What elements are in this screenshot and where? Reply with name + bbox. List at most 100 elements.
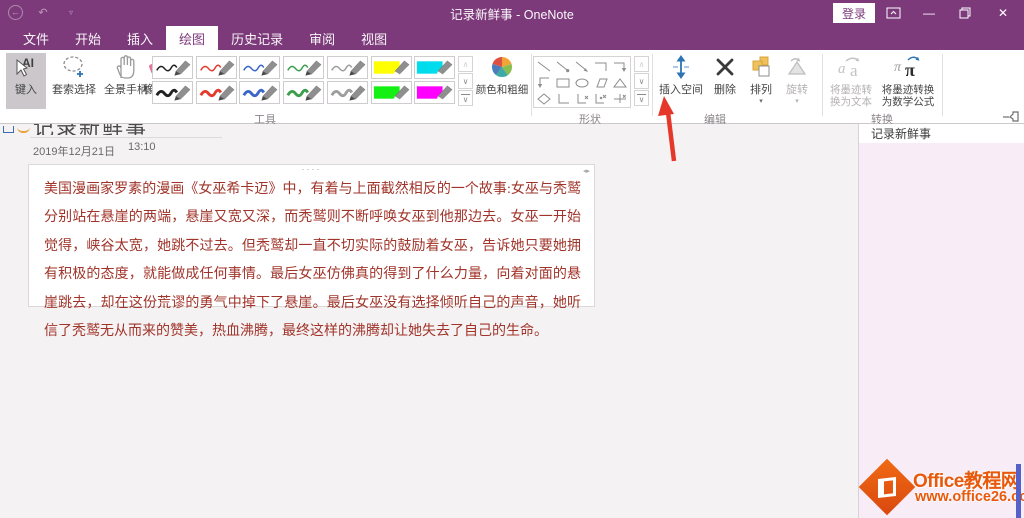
pen-more-button[interactable]: ∨ xyxy=(458,90,473,106)
restore-icon xyxy=(959,7,971,19)
sign-in-button[interactable]: 登录 xyxy=(833,3,876,23)
ink-to-math-button[interactable]: π π 将墨迹转换为数学公式 xyxy=(878,53,938,108)
title-underline xyxy=(30,137,222,138)
insert-space-button[interactable]: 插入空间 xyxy=(656,53,706,96)
shape-scroll-down-button[interactable]: ∨ xyxy=(634,73,649,89)
hand-icon xyxy=(114,53,138,81)
color-wheel-icon xyxy=(490,53,514,81)
tab-view[interactable]: 视图 xyxy=(348,26,400,50)
black-fine-pen[interactable] xyxy=(152,56,193,79)
ribbon-display-options-icon xyxy=(886,7,900,19)
shape-line-endpoint-icon[interactable] xyxy=(554,59,572,74)
delete-button[interactable]: 删除 xyxy=(708,53,742,96)
insert-space-icon xyxy=(670,53,692,81)
quick-access-toolbar: ← ↶ ▿ xyxy=(8,4,79,20)
ink-to-text-icon: a a xyxy=(836,53,866,81)
green-highlighter[interactable] xyxy=(370,81,412,104)
svg-text:a: a xyxy=(838,61,846,77)
restore-button[interactable] xyxy=(948,0,982,26)
arrange-dropdown-icon[interactable]: ▾ xyxy=(759,97,763,105)
pin-ribbon-icon[interactable] xyxy=(1002,110,1020,123)
type-button[interactable]: AI 键入 xyxy=(6,53,46,109)
red-thick-pen[interactable] xyxy=(195,81,237,104)
note-paragraph[interactable]: 美国漫画家罗素的漫画《女巫希卡迈》中，有着与上面截然相反的一个故事:女巫与秃鹫分… xyxy=(44,176,581,346)
arrange-icon xyxy=(750,53,772,81)
shape-triangle-icon[interactable] xyxy=(611,75,629,90)
shape-more-button[interactable]: ∨ xyxy=(634,90,649,106)
magenta-highlighter[interactable] xyxy=(414,81,456,104)
page-title[interactable]: 记录新鲜事 xyxy=(33,124,253,135)
ribbon: AI 键入 套索选择 全景手柄 ∧ ∨ ∨ 颜色和粗细 工具 ∧ ∨ ∨ 形状 … xyxy=(0,50,1024,126)
gray-thick-pen[interactable] xyxy=(326,81,368,104)
blue-thick-pen[interactable] xyxy=(239,81,281,104)
svg-text:π: π xyxy=(894,60,902,75)
shape-line-icon[interactable] xyxy=(535,59,553,74)
green-fine-pen[interactable] xyxy=(283,56,325,79)
container-resize-icon[interactable]: ◂▸ xyxy=(583,167,590,175)
scrollbar-thumb[interactable] xyxy=(1016,464,1021,518)
shape-line-arrow-icon[interactable] xyxy=(573,59,591,74)
color-thickness-button[interactable]: 颜色和粗细 xyxy=(474,53,530,96)
black-thick-pen[interactable] xyxy=(152,81,193,104)
pen-scroll-up-button[interactable]: ∧ xyxy=(458,56,473,72)
shape-gallery-scroll: ∧ ∨ ∨ xyxy=(634,56,649,106)
svg-text:a: a xyxy=(850,61,858,80)
shape-corner-arrow2-icon[interactable] xyxy=(535,75,553,90)
rotate-icon xyxy=(785,53,809,81)
container-move-handle[interactable]: ···· xyxy=(29,165,594,174)
tab-draw[interactable]: 绘图 xyxy=(166,26,219,50)
shape-ellipse-icon[interactable] xyxy=(573,75,591,90)
undo-icon[interactable]: ↶ xyxy=(35,4,51,20)
type-cursor-icon: AI xyxy=(13,53,39,81)
blue-fine-pen[interactable] xyxy=(239,56,281,79)
shape-corner-icon[interactable] xyxy=(592,59,610,74)
shape-corner-arrow-icon[interactable] xyxy=(611,59,629,74)
arrange-button[interactable]: 排列 ▾ xyxy=(744,53,778,105)
close-button[interactable]: ✕ xyxy=(986,0,1020,26)
rotate-dropdown-icon: ▾ xyxy=(795,98,799,105)
gray-fine-pen[interactable] xyxy=(326,56,368,79)
shape-axes-icon[interactable] xyxy=(554,91,572,106)
office-logo-glyph xyxy=(878,477,896,498)
note-text-container[interactable]: ···· ◂▸ 美国漫画家罗素的漫画《女巫希卡迈》中，有着与上面截然相反的一个故… xyxy=(28,164,595,339)
tab-home[interactable]: 开始 xyxy=(62,26,114,50)
shape-diamond-icon[interactable] xyxy=(535,91,553,106)
tab-insert[interactable]: 插入 xyxy=(114,26,166,50)
shape-scroll-up-button[interactable]: ∧ xyxy=(634,56,649,72)
tab-review[interactable]: 审阅 xyxy=(296,26,348,50)
watermark: Office教程网 www.office26.com xyxy=(858,458,1024,518)
shape-axes-quad-icon[interactable] xyxy=(611,91,629,106)
pen-gallery-scroll: ∧ ∨ ∨ xyxy=(458,56,473,106)
page-canvas[interactable]: 记录新鲜事 2019年12月21日 13:10 ···· ◂▸ 美国漫画家罗素的… xyxy=(0,124,858,518)
lasso-select-button[interactable]: 套索选择 xyxy=(48,53,100,96)
tab-history[interactable]: 历史记录 xyxy=(218,26,296,50)
green-thick-pen[interactable] xyxy=(283,81,325,104)
ink-to-text-button[interactable]: a a 将墨迹转换为文本 xyxy=(826,53,876,108)
page-date: 2019年12月21日 xyxy=(33,146,115,158)
page-time: 13:10 xyxy=(128,141,156,153)
pen-gallery xyxy=(152,56,456,106)
yellow-highlighter[interactable] xyxy=(370,56,412,79)
red-fine-pen[interactable] xyxy=(195,56,237,79)
clipped-notebook-icon xyxy=(3,126,14,133)
page-list-sidebar: 记录新鲜事 Office教程网 www.office26.com xyxy=(858,124,1024,518)
ink-to-math-icon: π π xyxy=(892,53,924,81)
shape-axes-x-icon[interactable] xyxy=(573,91,591,106)
shape-parallelogram-icon[interactable] xyxy=(592,75,610,90)
pen-scroll-down-button[interactable]: ∨ xyxy=(458,73,473,89)
shape-rectangle-icon[interactable] xyxy=(554,75,572,90)
qat-customize-chevron-icon[interactable]: ▿ xyxy=(63,4,79,20)
shape-gallery[interactable] xyxy=(533,56,631,108)
page-list-item-current[interactable]: 记录新鲜事 xyxy=(859,124,1024,143)
back-icon[interactable]: ← xyxy=(8,4,23,20)
shape-axes-x2-icon[interactable] xyxy=(592,91,610,106)
tab-file[interactable]: 文件 xyxy=(10,26,62,50)
ribbon-display-options-button[interactable] xyxy=(876,0,910,26)
rotate-button[interactable]: 旋转 ▾ xyxy=(780,53,814,105)
lasso-icon xyxy=(61,53,87,81)
minimize-button[interactable]: — xyxy=(912,0,946,26)
cyan-highlighter[interactable] xyxy=(414,56,456,79)
svg-text:π: π xyxy=(905,60,915,80)
onenote-window: ← ↶ ▿ 记录新鲜事 - OneNote 登录 — ✕ 文件 开始 插入 绘图… xyxy=(0,0,1024,518)
delete-x-icon xyxy=(714,53,736,81)
